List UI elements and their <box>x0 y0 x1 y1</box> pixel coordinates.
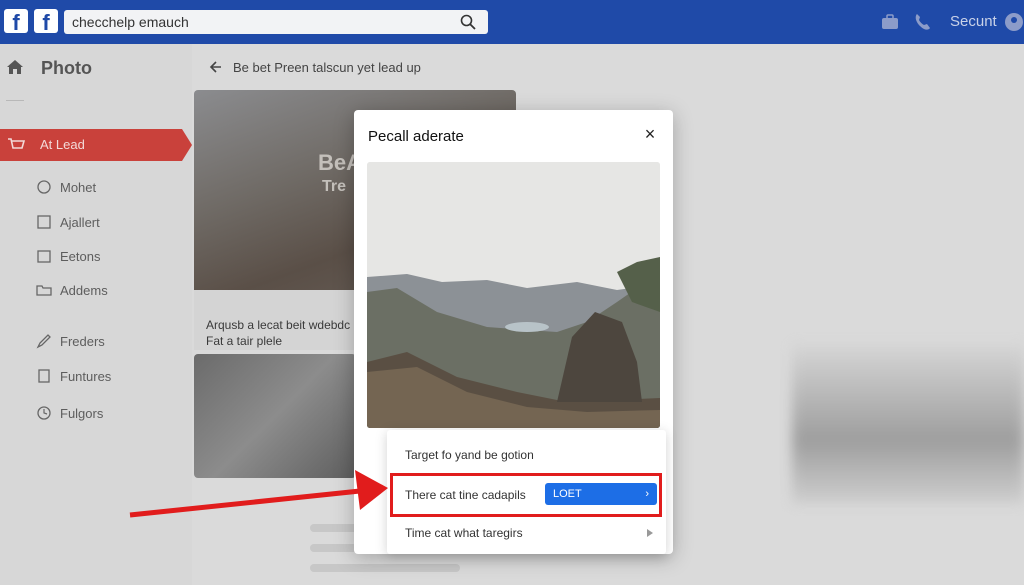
facebook-home-icon[interactable]: f <box>34 9 58 35</box>
modal-photo <box>367 162 660 428</box>
sidebar-item-addems[interactable]: Addems <box>36 283 108 298</box>
phone-icon[interactable] <box>912 12 932 32</box>
sidebar-item-label: Ajallert <box>60 215 100 230</box>
landscape-image <box>367 162 660 428</box>
alert-icon <box>37 215 51 229</box>
search-input-text: checchelp emauch <box>72 14 189 30</box>
sidebar-item-label: Funtures <box>60 369 112 384</box>
top-navigation-bar: f f checchelp emauch Secunt <box>0 0 1024 44</box>
menu-item-target[interactable]: Target fo yand be gotion <box>405 448 534 462</box>
sidebar-item-fulgors[interactable]: Fulgors <box>37 406 104 421</box>
pen-icon <box>36 334 51 349</box>
feed-caption-line-2: Fat a tair plele <box>206 334 283 348</box>
sidebar-item-label: Fulgors <box>60 406 104 421</box>
left-sidebar <box>0 44 192 585</box>
feed-caption-line-1: Arqusb a lecat beit wdebdc <box>206 318 351 332</box>
sidebar-item-funtures[interactable]: Funtures <box>38 369 112 384</box>
sidebar-item-mohet[interactable]: Mohet <box>37 180 97 195</box>
sidebar-item-at-lead[interactable]: At Lead <box>0 129 192 161</box>
home-icon[interactable] <box>6 58 24 76</box>
user-icon[interactable] <box>1004 12 1024 32</box>
sidebar-item-label: Mohet <box>60 180 97 195</box>
sidebar-item-label: Freders <box>60 334 105 349</box>
sidebar-active-label: At Lead <box>40 137 85 152</box>
sidebar-item-freders[interactable]: Freders <box>36 334 105 349</box>
sidebar-item-ajallert[interactable]: Ajallert <box>37 215 100 230</box>
highlight-box <box>390 473 662 517</box>
close-icon[interactable]: × <box>641 125 659 143</box>
box-icon <box>38 369 50 383</box>
clock-icon <box>37 406 51 420</box>
background-blur <box>792 344 1024 504</box>
account-label[interactable]: Secunt <box>950 13 997 30</box>
folder-icon <box>36 285 52 296</box>
menu-item-time-cat[interactable]: Time cat what taregirs <box>405 526 523 540</box>
card-overlay-subtext: Tre <box>322 178 347 195</box>
sidebar-item-label: Eetons <box>60 249 101 264</box>
search-input[interactable]: checchelp emauch <box>64 10 488 34</box>
sidebar-item-label: Addems <box>60 283 108 298</box>
modal-title: Pecall aderate <box>368 128 464 145</box>
back-arrow-icon[interactable] <box>208 60 222 74</box>
feed-card-image-2[interactable] <box>194 354 356 478</box>
chevron-right-icon <box>647 529 653 537</box>
breadcrumb: Be bet Preen talscun yet lead up <box>233 60 421 75</box>
search-icon[interactable] <box>460 14 476 30</box>
facebook-logo-icon[interactable]: f <box>4 9 28 35</box>
sidebar-title: Photo <box>41 58 92 78</box>
ghost-text <box>310 564 460 572</box>
sidebar-item-eetons[interactable]: Eetons <box>37 249 101 264</box>
cart-icon <box>8 138 25 149</box>
briefcase-icon[interactable] <box>880 12 900 32</box>
sidebar-divider <box>6 100 24 101</box>
comment-icon <box>37 180 51 194</box>
calendar-icon <box>37 250 51 263</box>
